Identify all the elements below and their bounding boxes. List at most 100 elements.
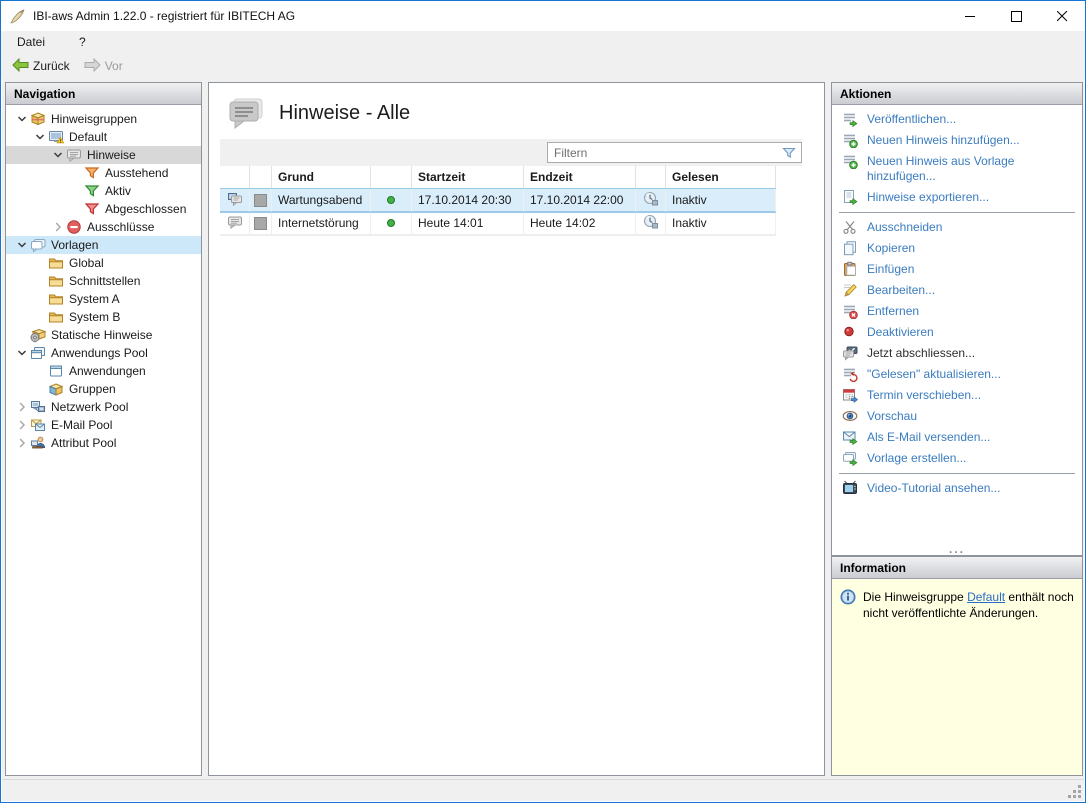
chevron-down-icon[interactable] bbox=[32, 129, 48, 145]
column-header-blank[interactable] bbox=[220, 166, 250, 189]
tree-item-schnittstellen[interactable]: Schnittstellen bbox=[6, 272, 201, 290]
color-swatch bbox=[254, 193, 267, 207]
action-label: Als E-Mail versenden... bbox=[867, 430, 991, 444]
action-einfügen[interactable]: Einfügen bbox=[832, 259, 1082, 280]
package-icon bbox=[30, 111, 46, 127]
chevron-right-icon[interactable] bbox=[50, 219, 66, 235]
action-vorschau[interactable]: Vorschau bbox=[832, 406, 1082, 427]
forward-button[interactable]: Vor bbox=[79, 56, 128, 77]
column-header-endzeit[interactable]: Endzeit bbox=[524, 166, 636, 189]
column-header-startzeit[interactable]: Startzeit bbox=[412, 166, 524, 189]
action-entfernen[interactable]: Entfernen bbox=[832, 301, 1082, 322]
action-video-tutorial-ansehen[interactable]: Video-Tutorial ansehen... bbox=[832, 478, 1082, 499]
tree-item-attribut-pool[interactable]: Attribut Pool bbox=[6, 434, 201, 452]
action-termin-verschieben[interactable]: 17 Termin verschieben... bbox=[832, 385, 1082, 406]
tree-item-hinweisgruppen[interactable]: Hinweisgruppen bbox=[6, 110, 201, 128]
action-gelesen-aktualisieren[interactable]: "Gelesen" aktualisieren... bbox=[832, 364, 1082, 385]
action-label: Neuen Hinweis hinzufügen... bbox=[867, 133, 1020, 147]
action-bearbeiten[interactable]: Bearbeiten... bbox=[832, 280, 1082, 301]
tree-item-label: Ausschlüsse bbox=[87, 220, 155, 234]
filter-funnel-icon[interactable] bbox=[781, 145, 797, 161]
column-header-grund[interactable]: Grund bbox=[272, 166, 371, 189]
remove-icon bbox=[842, 303, 858, 320]
tree-item-e-mail-pool[interactable]: E-Mail Pool bbox=[6, 416, 201, 434]
action-label: Deaktivieren bbox=[867, 325, 934, 339]
cut-icon bbox=[842, 219, 858, 235]
action-ausschneiden[interactable]: Ausschneiden bbox=[832, 217, 1082, 238]
note-icon bbox=[227, 214, 243, 233]
chevron-right-icon[interactable] bbox=[14, 435, 30, 451]
action-label: Neuen Hinweis aus Vorlage hinzufügen... bbox=[867, 154, 1015, 183]
endzeit-value: Heute 14:02 bbox=[530, 216, 596, 230]
minimize-button[interactable] bbox=[947, 1, 993, 31]
action-neuen-hinweis-aus-vorlage-hinzufügen[interactable]: Neuen Hinweis aus Vorlage hinzufügen... bbox=[832, 151, 1082, 187]
tree-item-ausstehend[interactable]: Ausstehend bbox=[6, 164, 201, 182]
tree-item-anwendungen[interactable]: Anwendungen bbox=[6, 362, 201, 380]
action-vorlage-erstellen[interactable]: Vorlage erstellen... bbox=[832, 448, 1082, 469]
tree-item-netzwerk-pool[interactable]: Netzwerk Pool bbox=[6, 398, 201, 416]
table-row-wartungsabend[interactable]: Wartungsabend 17.10.2014 20:30 17.10.2014 … bbox=[220, 188, 776, 212]
information-text: Die Hinweisgruppe Default enthält noch n… bbox=[863, 589, 1074, 775]
action-veröffentlichen[interactable]: Veröffentlichen... bbox=[832, 109, 1082, 130]
action-neuen-hinweis-hinzufügen[interactable]: Neuen Hinweis hinzufügen... bbox=[832, 130, 1082, 151]
chevron-down-icon[interactable] bbox=[14, 237, 30, 253]
panel-splitter-handle[interactable]: ... bbox=[832, 543, 1082, 555]
maximize-button[interactable] bbox=[993, 1, 1039, 31]
app-pool-icon bbox=[30, 345, 46, 361]
notes-table: Grund Startzeit Endzeit Gelesen Wartungsaben… bbox=[220, 166, 776, 236]
column-header-blank[interactable] bbox=[636, 166, 666, 189]
table-header-row: Grund Startzeit Endzeit Gelesen bbox=[220, 166, 776, 189]
action-als-e-mail-versenden[interactable]: Als E-Mail versenden... bbox=[832, 427, 1082, 448]
column-header-gelesen[interactable]: Gelesen bbox=[666, 166, 776, 189]
back-button[interactable]: Zurück bbox=[7, 56, 75, 77]
table-cell: Heute 14:01 bbox=[412, 212, 524, 235]
table-cell bbox=[371, 189, 412, 212]
tree-item-anwendungs-pool[interactable]: Anwendungs Pool bbox=[6, 344, 201, 362]
chevron-down-icon[interactable] bbox=[50, 147, 66, 163]
chevron-down-icon[interactable] bbox=[14, 111, 30, 127]
tree-item-statische-hinweise[interactable]: Statische Hinweise bbox=[6, 326, 201, 344]
tree-item-abgeschlossen[interactable]: Abgeschlossen bbox=[6, 200, 201, 218]
tree-item-system-a[interactable]: System A bbox=[6, 290, 201, 308]
chevron-right-icon[interactable] bbox=[14, 399, 30, 415]
menu-item-datei[interactable]: Datei bbox=[13, 33, 49, 51]
tree-item-gruppen[interactable]: Gruppen bbox=[6, 380, 201, 398]
tree-item-label: Aktiv bbox=[105, 184, 132, 198]
table-cell bbox=[220, 212, 250, 235]
column-header-blank[interactable] bbox=[250, 166, 272, 189]
actions-panel: Aktionen Veröffentlichen... Neuen Hinweis… bbox=[831, 82, 1083, 556]
menu-item-help[interactable]: ? bbox=[75, 33, 90, 51]
tree-item-hinweise[interactable]: Hinweise bbox=[6, 146, 201, 164]
tree-item-ausschl-sse[interactable]: Ausschlüsse bbox=[6, 218, 201, 236]
filter-input[interactable] bbox=[548, 145, 781, 160]
tree-item-global[interactable]: Global bbox=[6, 254, 201, 272]
action-jetzt-abschliessen[interactable]: Jetzt abschliessen... bbox=[832, 343, 1082, 364]
default-group-link[interactable]: Default bbox=[967, 590, 1005, 604]
title-bar[interactable]: IBI-aws Admin 1.22.0 - registriert für I… bbox=[1, 1, 1085, 31]
chevron-right-icon[interactable] bbox=[14, 417, 30, 433]
chevron-down-icon[interactable] bbox=[14, 345, 30, 361]
resize-grip[interactable] bbox=[1068, 785, 1081, 798]
tree-item-system-b[interactable]: System B bbox=[6, 308, 201, 326]
filter-bar bbox=[220, 139, 802, 166]
preview-icon bbox=[842, 408, 858, 424]
tree-item-label: Abgeschlossen bbox=[105, 202, 187, 216]
column-header-blank[interactable] bbox=[371, 166, 412, 189]
action-deaktivieren[interactable]: Deaktivieren bbox=[832, 322, 1082, 343]
send-email-icon bbox=[842, 429, 858, 446]
window-title: IBI-aws Admin 1.22.0 - registriert für I… bbox=[33, 9, 296, 23]
templates-icon bbox=[30, 237, 46, 253]
action-hinweise-exportieren[interactable]: Hinweise exportieren... bbox=[832, 187, 1082, 208]
tree-item-vorlagen[interactable]: Vorlagen bbox=[6, 236, 201, 254]
tree-item-label: Vorlagen bbox=[51, 238, 99, 252]
menu-bar: Datei ? bbox=[1, 31, 1085, 53]
action-kopieren[interactable]: Kopieren bbox=[832, 238, 1082, 259]
close-button[interactable] bbox=[1039, 1, 1085, 31]
table-row-internetst-rung[interactable]: Internetstörung Heute 14:01 Heute 14:02 Ina… bbox=[220, 212, 776, 235]
status-dot-icon bbox=[387, 196, 395, 204]
tree-item-aktiv[interactable]: Aktiv bbox=[6, 182, 201, 200]
tree-item-default[interactable]: Default bbox=[6, 128, 201, 146]
actions-separator bbox=[839, 473, 1075, 474]
